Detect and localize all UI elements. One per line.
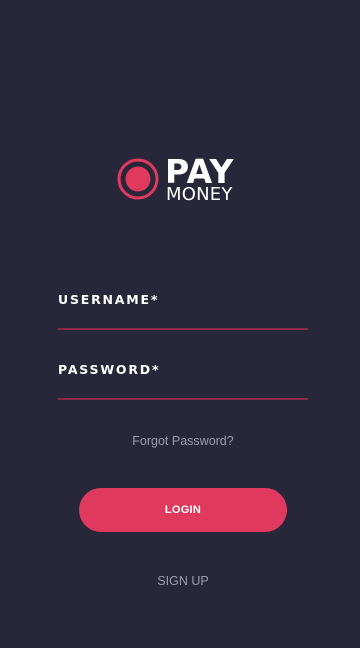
forgot-password-link[interactable]: Forgot Password?	[0, 434, 360, 448]
password-label: PASSWORD*	[58, 362, 161, 377]
target-logo-icon	[117, 158, 159, 200]
password-underline	[58, 398, 308, 400]
username-underline	[58, 328, 308, 330]
password-field: PASSWORD*	[58, 362, 308, 400]
login-screen: PAY MONEY USERNAME* PASSWORD* Forgot Pas…	[0, 0, 360, 648]
username-input[interactable]	[58, 310, 308, 328]
password-input[interactable]	[58, 380, 308, 398]
username-field: USERNAME*	[58, 292, 308, 330]
paymoney-logo: PAY MONEY	[115, 154, 255, 206]
logo-text-money: MONEY	[166, 184, 233, 205]
username-label: USERNAME*	[58, 292, 160, 307]
sign-up-link[interactable]: SIGN UP	[0, 574, 360, 588]
login-button[interactable]: LOGIN	[79, 488, 287, 532]
